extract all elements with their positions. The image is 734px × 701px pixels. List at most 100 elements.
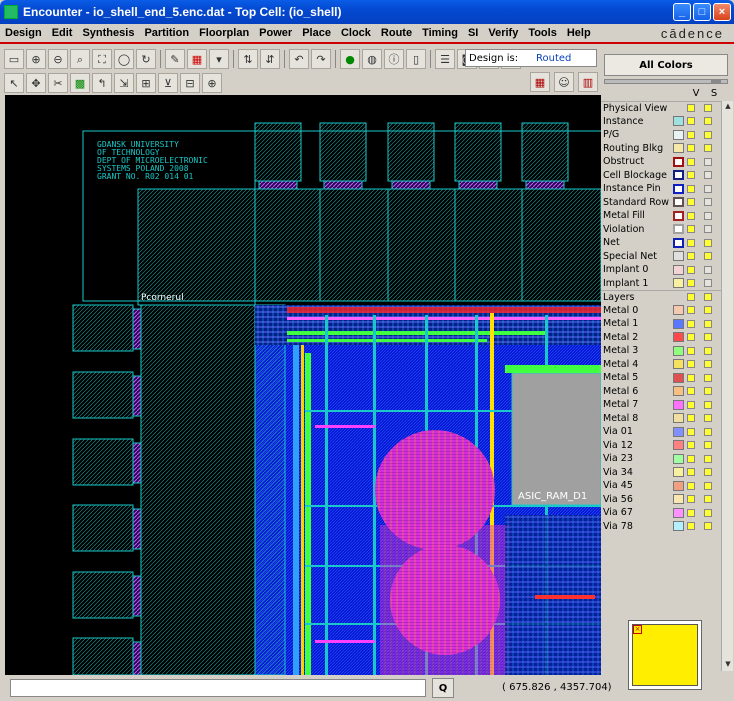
layer-color-swatch[interactable] <box>673 494 684 505</box>
open-icon[interactable]: ▭ <box>4 49 24 69</box>
layer-color-swatch[interactable] <box>673 318 684 329</box>
hierarchy-down-icon[interactable]: ⇵ <box>260 49 280 69</box>
query-button[interactable]: Q <box>432 678 454 698</box>
layer-row[interactable]: Via 12 <box>601 439 721 453</box>
visible-checkbox[interactable] <box>687 346 695 355</box>
visible-checkbox[interactable] <box>687 508 695 517</box>
visible-checkbox[interactable] <box>687 117 695 126</box>
selectable-checkbox[interactable] <box>704 441 712 450</box>
layer-row[interactable]: Via 78 <box>601 520 721 534</box>
layer-row[interactable]: Standard Row <box>601 196 721 210</box>
layer-color-swatch[interactable] <box>673 183 684 194</box>
layer-color-swatch[interactable] <box>673 170 684 181</box>
selectable-checkbox[interactable] <box>704 157 712 166</box>
menu-partition[interactable]: Partition <box>139 27 194 39</box>
visible-checkbox[interactable] <box>687 414 695 423</box>
visible-checkbox[interactable] <box>687 441 695 450</box>
select-arrow-icon[interactable]: ↖ <box>4 73 24 93</box>
color-select-icon[interactable]: ▦ <box>187 49 207 69</box>
layer-list-scrollbar[interactable]: ▲ ▼ <box>721 101 733 671</box>
layer-color-swatch[interactable] <box>673 345 684 356</box>
selectable-checkbox[interactable] <box>704 279 712 288</box>
layer-row[interactable]: Metal 8 <box>601 412 721 426</box>
globe-icon[interactable]: ◍ <box>362 49 382 69</box>
layer-row[interactable]: Instance <box>601 115 721 129</box>
selectable-checkbox[interactable] <box>704 400 712 409</box>
selectable-checkbox[interactable] <box>704 293 712 302</box>
redo-icon[interactable]: ↷ <box>311 49 331 69</box>
layer-color-swatch[interactable] <box>673 521 684 532</box>
selectable-checkbox[interactable] <box>704 346 712 355</box>
layer-color-swatch[interactable] <box>673 278 684 289</box>
scroll-down-icon[interactable]: ▼ <box>723 660 733 670</box>
layer-row[interactable]: Via 23 <box>601 452 721 466</box>
add-wire-icon[interactable]: ▩ <box>70 73 90 93</box>
visible-checkbox[interactable] <box>687 333 695 342</box>
visible-checkbox[interactable] <box>687 238 695 247</box>
layer-color-swatch[interactable] <box>673 224 684 235</box>
move-icon[interactable]: ✥ <box>26 73 46 93</box>
selectable-checkbox[interactable] <box>704 319 712 328</box>
layer-row[interactable]: Via 34 <box>601 466 721 480</box>
visible-checkbox[interactable] <box>687 184 695 193</box>
visible-checkbox[interactable] <box>687 454 695 463</box>
selectable-checkbox[interactable] <box>704 495 712 504</box>
selectable-checkbox[interactable] <box>704 225 712 234</box>
people-icon[interactable]: ☺ <box>554 72 574 92</box>
visible-checkbox[interactable] <box>687 468 695 477</box>
layer-color-swatch[interactable] <box>673 440 684 451</box>
cut-icon[interactable]: ⊻ <box>158 73 178 93</box>
zoom-fit-icon[interactable]: ⛶ <box>92 49 112 69</box>
command-input[interactable] <box>10 679 426 697</box>
visible-checkbox[interactable] <box>687 198 695 207</box>
selectable-checkbox[interactable] <box>704 333 712 342</box>
layer-row[interactable]: Metal 7 <box>601 398 721 412</box>
visible-checkbox[interactable] <box>687 171 695 180</box>
visible-checkbox[interactable] <box>687 279 695 288</box>
menu-route[interactable]: Route <box>376 27 417 39</box>
selectable-checkbox[interactable] <box>704 184 712 193</box>
visible-checkbox[interactable] <box>687 360 695 369</box>
layer-row[interactable]: Instance Pin <box>601 182 721 196</box>
menu-floorplan[interactable]: Floorplan <box>194 27 254 39</box>
visible-checkbox[interactable] <box>687 225 695 234</box>
visible-checkbox[interactable] <box>687 293 695 302</box>
menu-tools[interactable]: Tools <box>523 27 562 39</box>
zoom-out-icon[interactable]: ⊖ <box>48 49 68 69</box>
layer-color-swatch[interactable] <box>673 480 684 491</box>
layer-row[interactable]: Metal 2 <box>601 331 721 345</box>
selectable-checkbox[interactable] <box>704 468 712 477</box>
maximize-button[interactable]: □ <box>693 3 711 21</box>
layer-row[interactable]: Metal 4 <box>601 358 721 372</box>
pin-edit-icon[interactable]: ⊕ <box>202 73 222 93</box>
selectable-checkbox[interactable] <box>704 360 712 369</box>
split-icon[interactable]: ⊞ <box>136 73 156 93</box>
color-slider[interactable] <box>604 79 728 84</box>
wire-edit-icon[interactable]: ↰ <box>92 73 112 93</box>
visible-checkbox[interactable] <box>687 481 695 490</box>
menu-design[interactable]: Design <box>0 27 47 39</box>
selectable-checkbox[interactable] <box>704 252 712 261</box>
layer-row[interactable]: Cell Blockage <box>601 169 721 183</box>
layer-row[interactable]: Metal 5 <box>601 371 721 385</box>
close-button[interactable]: × <box>713 3 731 21</box>
layer-row[interactable]: Violation <box>601 223 721 237</box>
visible-checkbox[interactable] <box>687 427 695 436</box>
layer-color-swatch[interactable] <box>673 129 684 140</box>
menu-edit[interactable]: Edit <box>47 27 78 39</box>
layer-row[interactable]: Net <box>601 236 721 250</box>
selectable-checkbox[interactable] <box>704 238 712 247</box>
layer-color-swatch[interactable] <box>673 359 684 370</box>
zoom-previous-icon[interactable]: ◯ <box>114 49 134 69</box>
visible-checkbox[interactable] <box>687 306 695 315</box>
selectable-checkbox[interactable] <box>704 130 712 139</box>
layer-row[interactable]: Metal 1 <box>601 317 721 331</box>
menu-synthesis[interactable]: Synthesis <box>77 27 139 39</box>
menu-power[interactable]: Power <box>254 27 297 39</box>
layer-row[interactable]: Via 45 <box>601 479 721 493</box>
ruler-icon[interactable]: ✂ <box>48 73 68 93</box>
stretch-icon[interactable]: ⇲ <box>114 73 134 93</box>
selectable-checkbox[interactable] <box>704 481 712 490</box>
layer-row[interactable]: Via 67 <box>601 506 721 520</box>
selectable-checkbox[interactable] <box>704 117 712 126</box>
